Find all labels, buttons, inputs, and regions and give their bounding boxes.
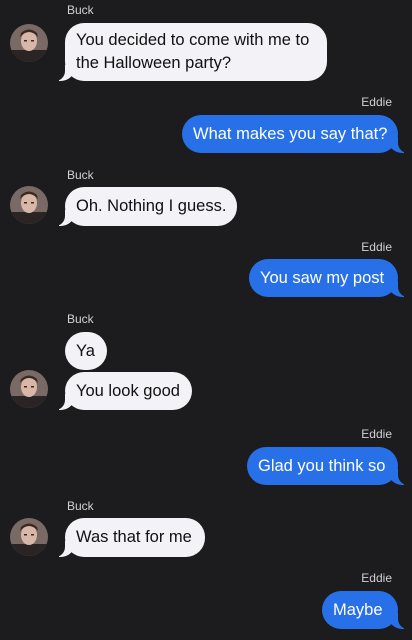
sender-label: Buck xyxy=(67,168,94,182)
sender-label: Eddie xyxy=(361,571,392,585)
sender-label: Eddie xyxy=(361,95,392,109)
avatar-photo-icon[interactable] xyxy=(10,186,48,224)
sender-label: Buck xyxy=(67,312,94,326)
message-line: Was that for me xyxy=(76,528,192,546)
message-bubble-incoming[interactable]: Was that for me xyxy=(55,518,205,557)
message-bubble-outgoing[interactable]: You saw my post xyxy=(249,259,408,297)
message-bubble-incoming[interactable]: You decided to come with me to the Hallo… xyxy=(55,23,327,81)
avatar-photo-icon[interactable] xyxy=(10,24,48,62)
message-bubble-incoming[interactable]: You look good xyxy=(55,372,192,410)
message-line: You saw my post xyxy=(260,269,385,287)
avatar-photo-icon[interactable] xyxy=(10,518,48,556)
message-line: You look good xyxy=(76,382,180,400)
message-bubble-outgoing[interactable]: What makes you say that? xyxy=(182,115,408,153)
message-line: Glad you think so xyxy=(258,457,386,475)
message-line: You decided to come with me to xyxy=(76,31,310,49)
sender-label: Eddie xyxy=(361,427,392,441)
sender-label: Buck xyxy=(67,499,94,513)
message-bubble-outgoing[interactable]: Maybe xyxy=(322,591,408,629)
message-line: What makes you say that? xyxy=(193,125,388,143)
message-bubble-incoming[interactable]: Ya xyxy=(65,332,107,370)
message-line: Ya xyxy=(76,342,95,360)
message-line: Oh. Nothing I guess. xyxy=(76,197,227,215)
sender-label: Buck xyxy=(67,3,94,17)
message-bubble-incoming[interactable]: Oh. Nothing I guess. xyxy=(55,187,237,226)
message-bubble-outgoing[interactable]: Glad you think so xyxy=(247,447,408,485)
message-line: the Halloween party? xyxy=(76,54,232,72)
avatar-photo-icon[interactable] xyxy=(10,370,48,408)
message-line: Maybe xyxy=(333,601,383,619)
sender-label: Eddie xyxy=(361,240,392,254)
